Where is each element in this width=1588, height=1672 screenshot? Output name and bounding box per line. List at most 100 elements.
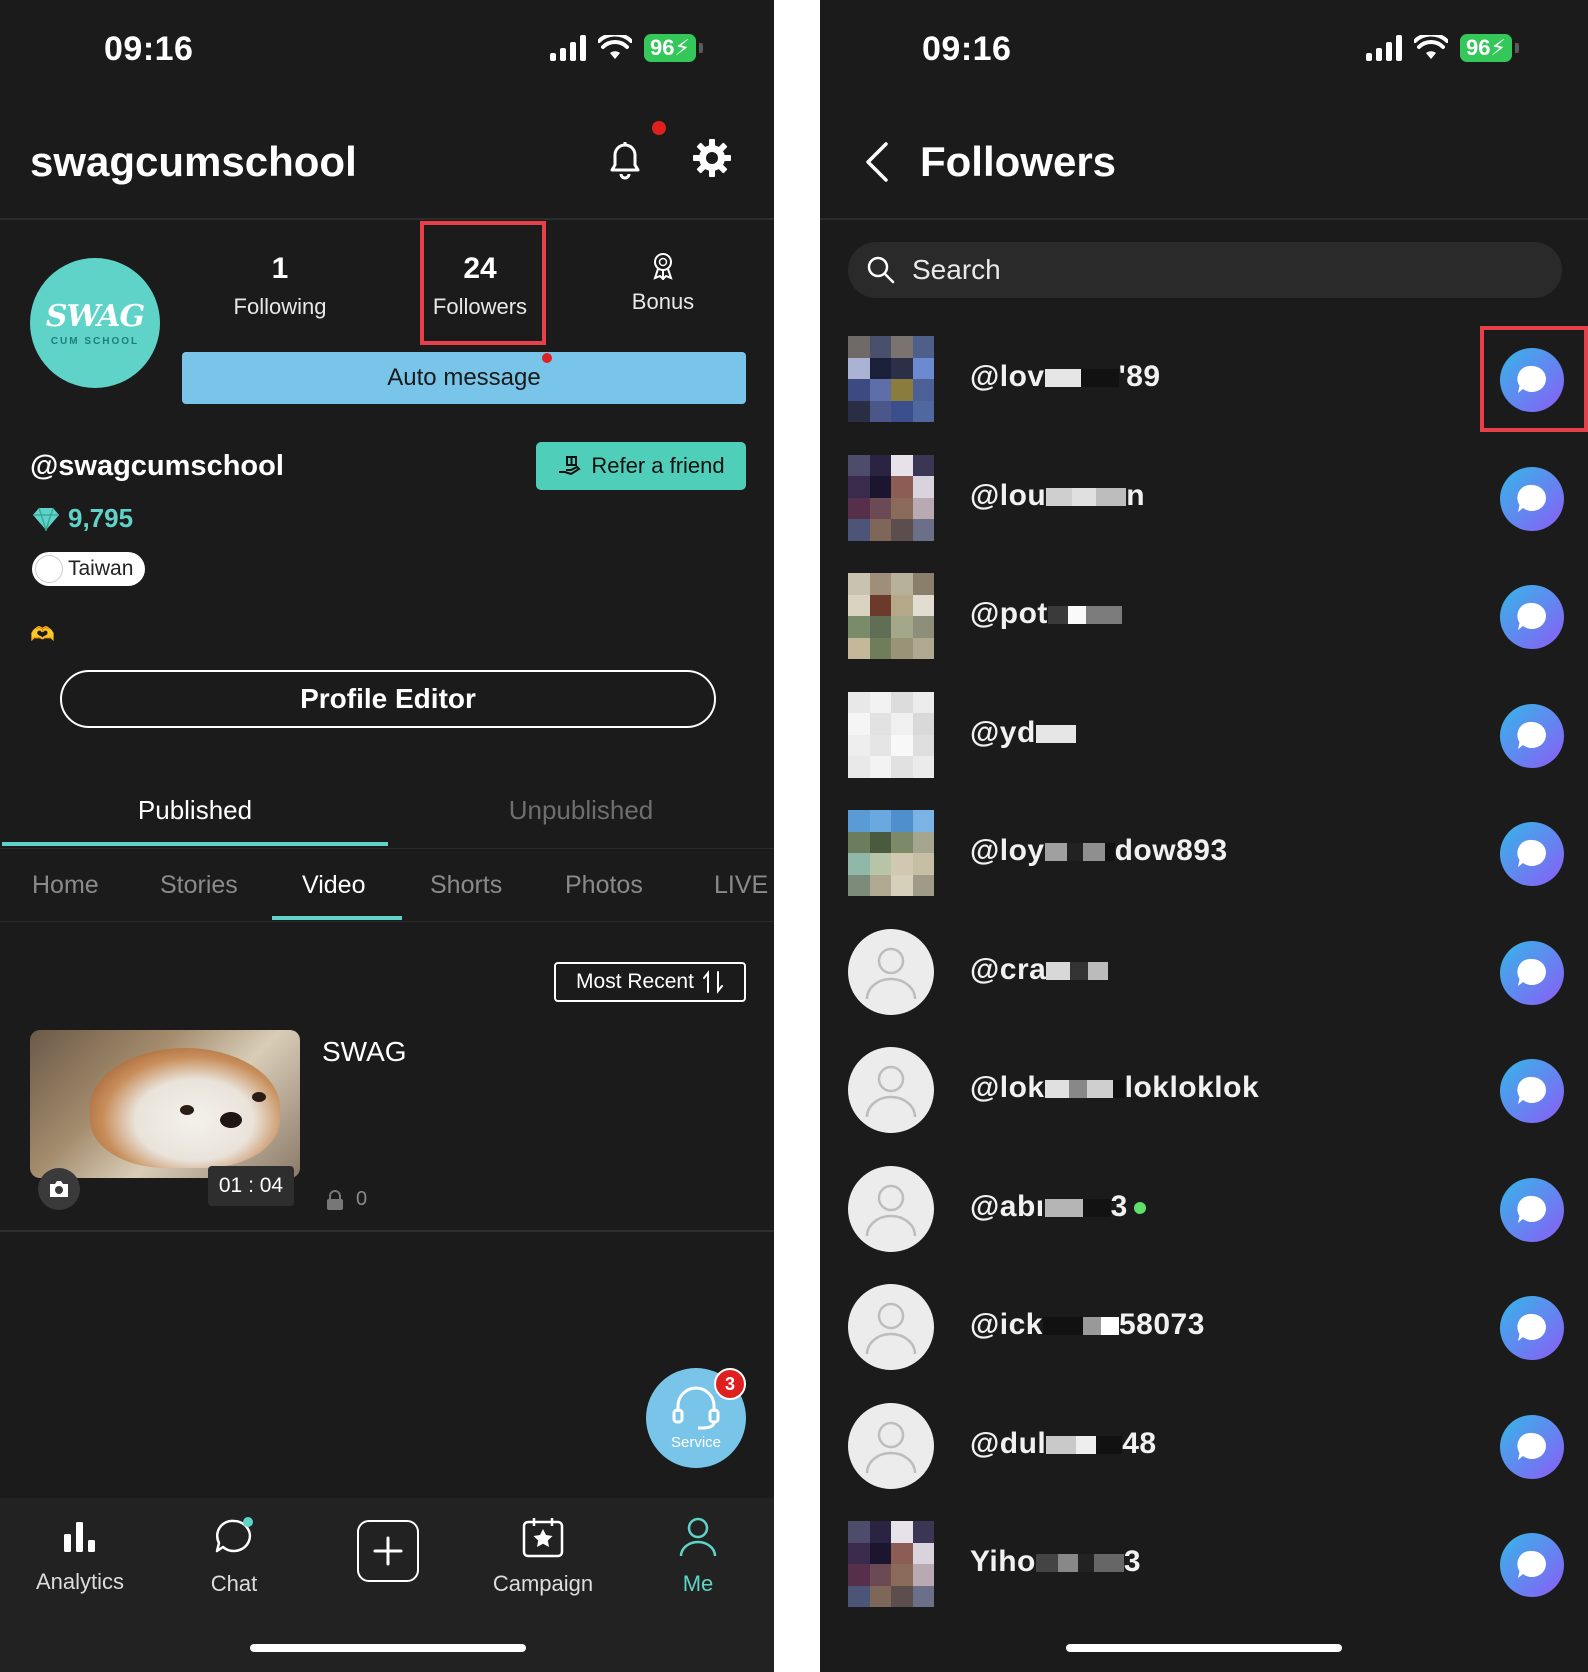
bell-icon[interactable] xyxy=(602,136,648,182)
message-button[interactable] xyxy=(1500,1177,1564,1242)
refer-friend-label: Refer a friend xyxy=(591,453,725,478)
auto-message-button[interactable]: Auto message xyxy=(182,352,746,404)
message-button[interactable] xyxy=(1500,466,1564,531)
nav-campaign[interactable]: Campaign xyxy=(473,1516,613,1597)
redaction-block xyxy=(1046,1435,1077,1454)
sort-arrows-icon xyxy=(702,970,723,994)
service-label: Service xyxy=(670,1433,722,1451)
tab-photos[interactable]: Photos xyxy=(565,871,643,900)
tab-home[interactable]: Home xyxy=(32,871,99,900)
back-chevron-icon[interactable] xyxy=(862,140,892,184)
nav-analytics[interactable]: Analytics xyxy=(10,1516,150,1595)
redaction-block xyxy=(1082,843,1105,862)
tab-published[interactable]: Published xyxy=(2,795,388,826)
tab-shorts[interactable]: Shorts xyxy=(430,871,502,900)
chat-bubble-icon xyxy=(1517,1432,1546,1460)
chat-bubble-icon xyxy=(215,1517,253,1553)
redaction-block xyxy=(1093,1554,1124,1573)
lock-icon xyxy=(327,1189,343,1210)
follower-name: @loy dow893 xyxy=(970,834,1228,868)
header-divider xyxy=(820,218,1588,220)
video-thumbnail[interactable] xyxy=(30,1030,300,1178)
message-button[interactable] xyxy=(1500,703,1564,768)
follower-avatar[interactable] xyxy=(848,1165,934,1252)
bonus-stat[interactable]: Bonus xyxy=(593,252,733,315)
message-button[interactable] xyxy=(1500,822,1564,886)
video-tab-indicator xyxy=(272,916,402,920)
follower-row[interactable]: @pot xyxy=(820,557,1588,675)
nav-chat[interactable]: Chat xyxy=(164,1516,304,1597)
tab-stories[interactable]: Stories xyxy=(160,871,238,900)
follower-avatar[interactable] xyxy=(848,336,934,422)
follower-name-end: 58073 xyxy=(1118,1308,1205,1341)
follower-name-start: @lou xyxy=(970,478,1047,512)
follower-avatar[interactable] xyxy=(848,928,934,1015)
redaction-block xyxy=(1082,1317,1101,1336)
message-button[interactable] xyxy=(1500,1296,1564,1360)
redaction-block xyxy=(1068,1080,1087,1099)
profile-handle: @swagcumschool xyxy=(30,450,284,482)
status-time: 09:16 xyxy=(922,30,1012,68)
redaction-block xyxy=(1067,606,1086,625)
gear-icon[interactable] xyxy=(692,138,732,178)
follower-row[interactable]: @ick 58073 xyxy=(820,1268,1588,1386)
message-button[interactable] xyxy=(1500,1059,1564,1123)
follower-name: @lou n xyxy=(970,479,1145,513)
follower-row[interactable]: @dul 48 xyxy=(820,1387,1588,1505)
default-user-icon xyxy=(865,1184,917,1236)
online-status-dot xyxy=(1133,1201,1146,1214)
follower-avatar[interactable] xyxy=(848,573,934,659)
follower-avatar[interactable] xyxy=(848,1402,934,1489)
follower-row[interactable]: @lov '89 xyxy=(820,320,1588,438)
follower-name-end: 3 xyxy=(1123,1545,1142,1578)
redaction-block xyxy=(1044,1080,1069,1099)
header-divider xyxy=(0,218,774,220)
follower-row[interactable]: Yiho 3 xyxy=(820,1505,1588,1623)
message-button[interactable] xyxy=(1500,1414,1564,1479)
video-title[interactable]: SWAG xyxy=(322,1036,407,1068)
follower-avatar[interactable] xyxy=(848,1047,934,1133)
refer-friend-button[interactable]: Refer a friend xyxy=(536,442,746,490)
redaction-block xyxy=(1096,1435,1123,1454)
avatar[interactable]: SWAG CUM SCHOOL xyxy=(30,258,160,388)
redaction-block xyxy=(1035,1554,1058,1573)
redaction-block xyxy=(1080,369,1119,388)
follower-row[interactable]: @lok lokloklok xyxy=(820,1031,1588,1149)
create-button[interactable] xyxy=(357,1520,419,1582)
follower-row[interactable]: @abı 3 xyxy=(820,1150,1588,1268)
tab-video[interactable]: Video xyxy=(302,871,366,900)
follower-name: @lov '89 xyxy=(970,360,1161,394)
follower-avatar[interactable] xyxy=(848,691,934,778)
redaction-block xyxy=(1077,1554,1094,1573)
page-title: Followers xyxy=(920,138,1117,185)
tab-unpublished[interactable]: Unpublished xyxy=(388,795,774,826)
profile-editor-button[interactable]: Profile Editor xyxy=(60,670,716,728)
chat-bubble-icon xyxy=(1517,1076,1546,1104)
redaction-block xyxy=(1096,487,1127,506)
status-time: 09:16 xyxy=(104,30,194,68)
home-indicator xyxy=(250,1644,526,1652)
following-stat[interactable]: 1 Following xyxy=(210,252,350,320)
follower-avatar[interactable] xyxy=(848,1284,934,1370)
follower-row[interactable]: @cra xyxy=(820,913,1588,1031)
search-input[interactable]: Search xyxy=(848,242,1562,298)
follower-avatar[interactable] xyxy=(848,1521,934,1607)
message-button[interactable] xyxy=(1500,940,1564,1005)
home-indicator xyxy=(1066,1644,1342,1652)
message-button[interactable] xyxy=(1500,585,1564,649)
follower-avatar[interactable] xyxy=(848,810,934,896)
battery-indicator: 96 ⚡ xyxy=(644,34,696,62)
message-button[interactable] xyxy=(1500,1533,1564,1597)
sort-button[interactable]: Most Recent xyxy=(554,962,746,1002)
tab-live[interactable]: LIVE xyxy=(714,871,768,900)
chat-bubble-icon xyxy=(1517,484,1546,512)
region-toggle[interactable]: Taiwan xyxy=(32,552,146,586)
follower-row[interactable]: @yd xyxy=(820,676,1588,794)
follower-name-start: @yd xyxy=(970,715,1036,749)
default-user-icon xyxy=(865,1065,917,1118)
follower-row[interactable]: @lou n xyxy=(820,439,1588,557)
region-label: Taiwan xyxy=(68,557,134,580)
follower-avatar[interactable] xyxy=(848,454,934,541)
follower-row[interactable]: @loy dow893 xyxy=(820,794,1588,912)
nav-me[interactable]: Me xyxy=(628,1516,768,1597)
